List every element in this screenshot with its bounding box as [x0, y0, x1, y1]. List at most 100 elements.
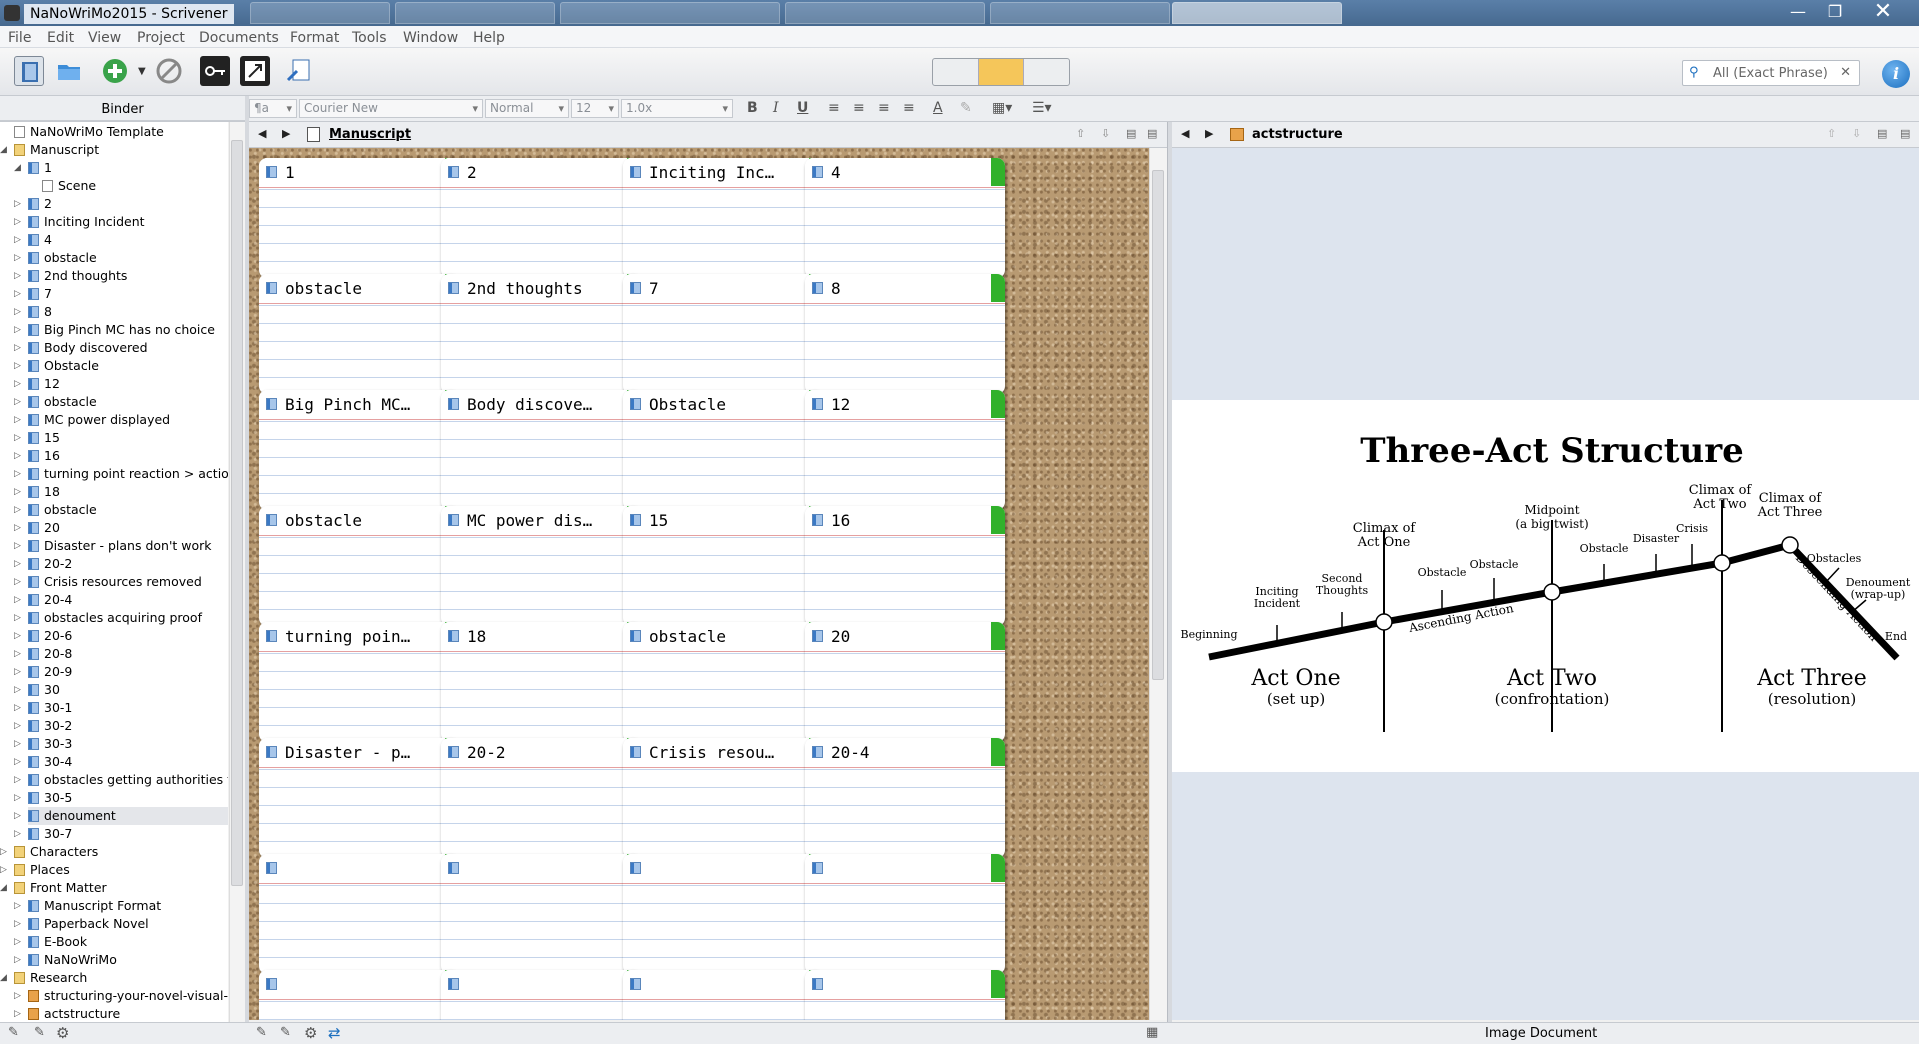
index-card[interactable]	[259, 970, 459, 1020]
binder-item[interactable]: ▷ structuring-your-novel-visual-...	[14, 987, 228, 1005]
swap-icon[interactable]: ⇄	[328, 1024, 341, 1042]
binder-item[interactable]: ▷ 30-1	[14, 699, 228, 717]
expand-icon[interactable]: ▷	[14, 951, 21, 969]
full-screen-button[interactable]	[240, 56, 270, 86]
card-title[interactable]: 2nd thoughts	[467, 279, 615, 298]
expand-icon[interactable]: ▷	[14, 321, 21, 339]
index-card[interactable]: 4	[805, 158, 1005, 278]
collapse-icon[interactable]: ◢	[0, 141, 7, 159]
binder-item[interactable]: ▷ obstacle	[14, 393, 228, 411]
index-card[interactable]: Inciting Inc…	[623, 158, 823, 278]
corkboard-mode-button[interactable]	[978, 59, 1025, 85]
expand-icon[interactable]: ▷	[14, 681, 21, 699]
binder-scroll-thumb[interactable]	[231, 140, 243, 886]
card-title[interactable]: obstacle	[285, 511, 433, 530]
binder-item[interactable]: ▷ Paperback Novel	[14, 915, 228, 933]
italic-button[interactable]: I	[773, 100, 779, 116]
binder-item[interactable]: ◢ Manuscript	[0, 141, 228, 159]
expand-icon[interactable]: ▷	[14, 825, 21, 843]
index-card[interactable]	[441, 970, 641, 1020]
card-title[interactable]: 4	[831, 163, 979, 182]
index-card[interactable]: 18	[441, 622, 641, 742]
binder-item[interactable]: ▷ Big Pinch MC has no choice	[14, 321, 228, 339]
background-tab[interactable]	[395, 2, 555, 24]
align-justify-icon[interactable]: ≡	[903, 100, 915, 116]
list-icon[interactable]: ☰▾	[1032, 100, 1052, 116]
card-title[interactable]: 16	[831, 511, 979, 530]
expand-icon[interactable]: ▷	[14, 627, 21, 645]
down-arrow-icon[interactable]: ⇩	[1852, 127, 1861, 140]
expand-icon[interactable]: ▷	[14, 195, 21, 213]
table-icon[interactable]: ▦▾	[992, 100, 1012, 116]
expand-icon[interactable]: ▷	[14, 231, 21, 249]
expand-icon[interactable]: ▷	[14, 645, 21, 663]
forward-arrow-icon[interactable]: ▶	[282, 127, 290, 140]
card-title[interactable]: turning poin…	[285, 627, 433, 646]
card-title[interactable]: MC power dis…	[467, 511, 615, 530]
menu-documents[interactable]: Documents	[199, 30, 279, 46]
split-vertical-icon[interactable]: ▤	[1900, 127, 1910, 140]
binder-item[interactable]: ▷ obstacle	[14, 501, 228, 519]
highlight-icon[interactable]: ✎	[960, 100, 972, 116]
split-horizontal-icon[interactable]: ▤	[1126, 127, 1136, 140]
expand-icon[interactable]: ▷	[14, 807, 21, 825]
clear-search-icon[interactable]: ✕	[1840, 65, 1851, 80]
binder-item[interactable]: ▷ Disaster - plans don't work	[14, 537, 228, 555]
expand-icon[interactable]: ▷	[14, 393, 21, 411]
binder-item[interactable]: Scene	[42, 177, 228, 195]
add-folder-icon[interactable]: ✎	[280, 1025, 291, 1040]
menu-view[interactable]: View	[88, 30, 121, 46]
card-title[interactable]: 8	[831, 279, 979, 298]
expand-icon[interactable]: ▷	[14, 411, 21, 429]
binder-item[interactable]: ▷ 30	[14, 681, 228, 699]
card-title[interactable]: Body discove…	[467, 395, 615, 414]
font-family-select[interactable]: Courier New	[299, 99, 483, 118]
expand-icon[interactable]: ▷	[14, 789, 21, 807]
line-spacing-select[interactable]: 1.0x	[621, 99, 733, 118]
index-card[interactable]	[441, 854, 641, 974]
keywords-button[interactable]	[200, 56, 230, 86]
up-arrow-icon[interactable]: ⇧	[1827, 127, 1836, 140]
add-icon[interactable]: ✎	[256, 1025, 267, 1040]
card-title[interactable]: 20	[831, 627, 979, 646]
index-card[interactable]: 1	[259, 158, 459, 278]
index-card[interactable]: Obstacle	[623, 390, 823, 510]
back-arrow-icon[interactable]: ◀	[1181, 127, 1189, 140]
binder-item[interactable]: ▷ 12	[14, 375, 228, 393]
binder-item[interactable]: ▷ 18	[14, 483, 228, 501]
expand-icon[interactable]: ▷	[14, 429, 21, 447]
maximize-icon[interactable]: ❐	[1818, 2, 1852, 22]
gear-icon[interactable]: ⚙	[304, 1024, 317, 1042]
index-card[interactable]: Big Pinch MC…	[259, 390, 459, 510]
binder-item[interactable]: ▷ MC power displayed	[14, 411, 228, 429]
card-title[interactable]: Inciting Inc…	[649, 163, 797, 182]
binder-item[interactable]: ▷ 30-4	[14, 753, 228, 771]
menu-help[interactable]: Help	[473, 30, 505, 46]
menu-edit[interactable]: Edit	[47, 30, 74, 46]
expand-icon[interactable]: ▷	[14, 753, 21, 771]
scrivenings-mode-button[interactable]	[933, 59, 979, 85]
inspector-toggle-button[interactable]: i	[1882, 60, 1910, 88]
binder-item[interactable]: ▷ Characters	[0, 843, 228, 861]
menu-tools[interactable]: Tools	[352, 30, 387, 46]
card-title[interactable]: 20-2	[467, 743, 615, 762]
menu-file[interactable]: File	[8, 30, 31, 46]
binder-item[interactable]: ▷ obstacle	[14, 249, 228, 267]
index-card[interactable]: 2nd thoughts	[441, 274, 641, 394]
search-input[interactable]: ⚲ All (Exact Phrase) ✕	[1682, 60, 1860, 86]
expand-icon[interactable]: ▷	[14, 483, 21, 501]
binder-item[interactable]: ▷ Places	[0, 861, 228, 879]
expand-icon[interactable]: ▷	[14, 771, 21, 789]
index-card[interactable]: 2	[441, 158, 641, 278]
index-card[interactable]: obstacle	[623, 622, 823, 742]
binder-item[interactable]: NaNoWriMo Template	[14, 123, 228, 141]
down-arrow-icon[interactable]: ⇩	[1101, 127, 1110, 140]
index-card[interactable]: turning poin…	[259, 622, 459, 742]
expand-icon[interactable]: ▷	[14, 447, 21, 465]
align-left-icon[interactable]: ≡	[828, 100, 840, 116]
bold-button[interactable]: B	[747, 100, 758, 116]
index-card[interactable]: 20-2	[441, 738, 641, 858]
index-card[interactable]: obstacle	[259, 506, 459, 626]
up-arrow-icon[interactable]: ⇧	[1076, 127, 1085, 140]
background-tab[interactable]	[250, 2, 390, 24]
